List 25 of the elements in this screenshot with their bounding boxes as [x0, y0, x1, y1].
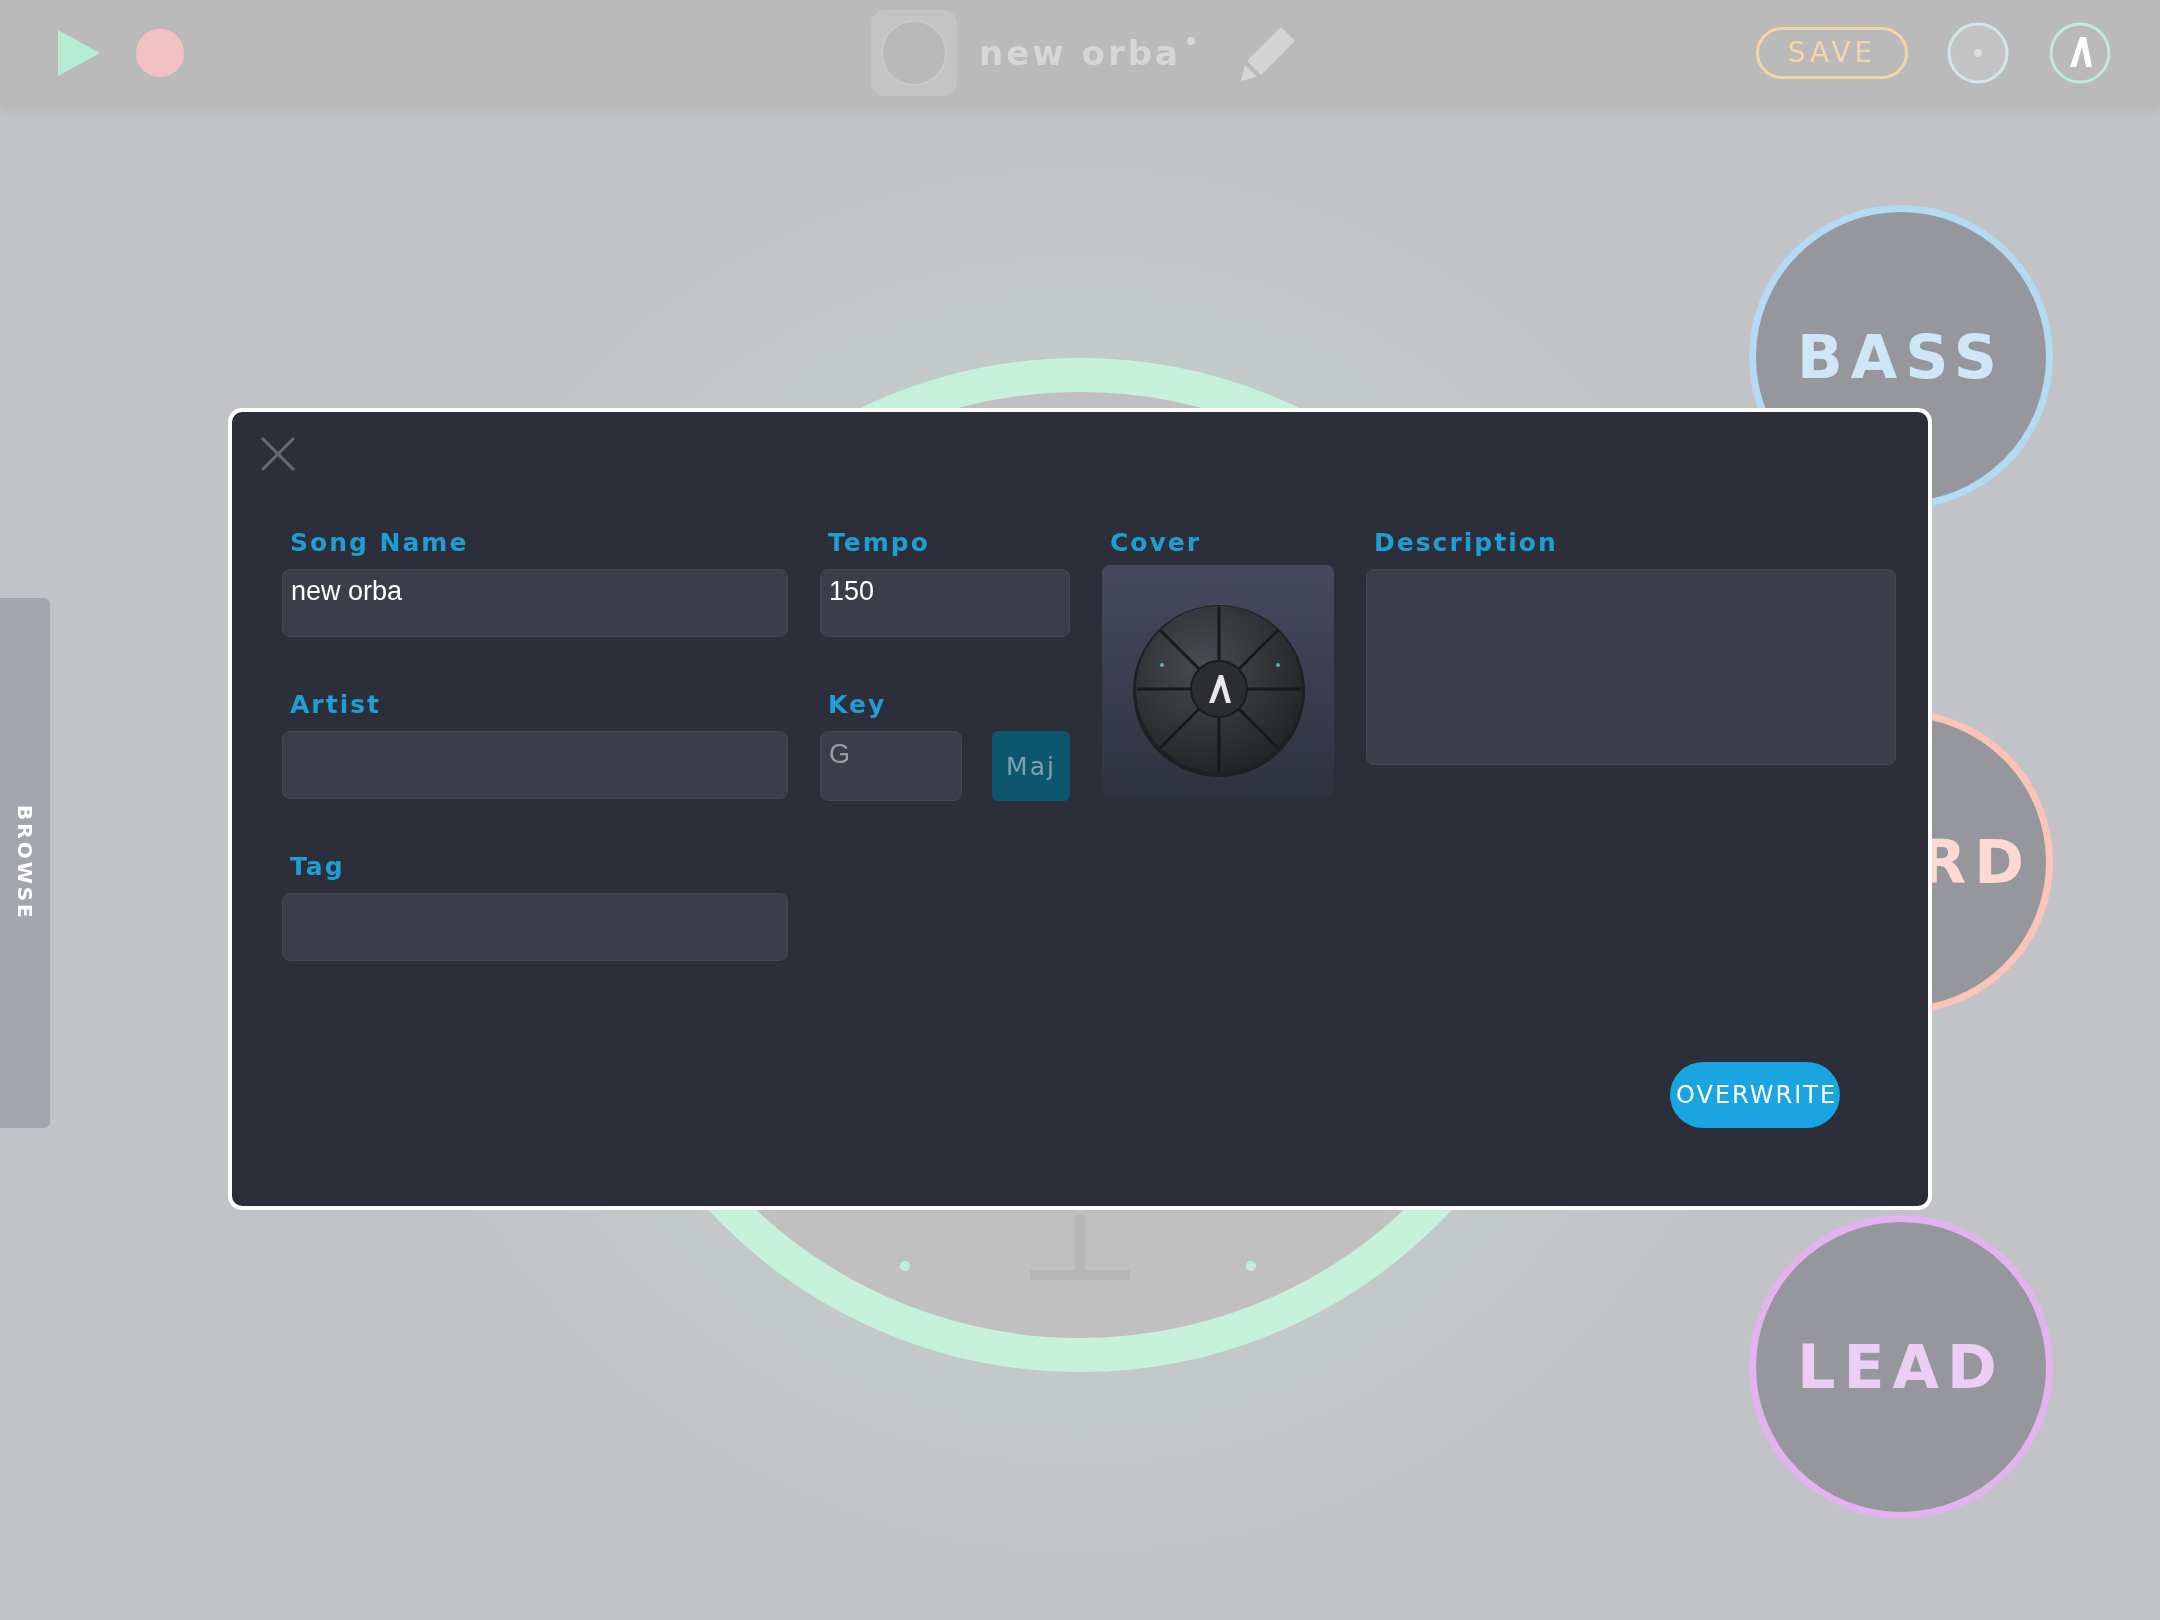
play-icon[interactable] — [56, 27, 102, 78]
field-label: Cover — [1110, 528, 1203, 557]
pencil-icon[interactable] — [1240, 24, 1297, 81]
tag-field[interactable] — [282, 893, 788, 961]
overwrite-button[interactable]: OVERWRITE — [1670, 1062, 1840, 1128]
browse-tab[interactable]: BROWSE — [0, 598, 50, 1128]
logo-icon[interactable] — [2048, 20, 2112, 85]
field-label: Song Name — [290, 528, 470, 557]
instrument-pad[interactable]: LEAD — [1749, 1215, 2053, 1519]
field-label: Tempo — [828, 528, 931, 557]
field-label: Key — [828, 690, 888, 719]
song-name-field[interactable]: new orba — [282, 569, 788, 637]
browse-label: BROWSE — [13, 805, 37, 921]
dial-icon[interactable] — [1946, 20, 2010, 85]
record-icon[interactable] — [136, 28, 184, 77]
field-label: Tag — [290, 852, 346, 881]
field-label: Description — [1374, 528, 1559, 557]
mode-button[interactable]: Maj — [992, 731, 1070, 801]
pad-label: BASS — [1797, 322, 2005, 392]
key-field[interactable]: G — [820, 731, 962, 801]
description-field[interactable] — [1366, 569, 1896, 765]
pad-label: LEAD — [1797, 1332, 2005, 1402]
field-label: Artist — [290, 690, 383, 719]
artist-field[interactable] — [282, 731, 788, 799]
tempo-field[interactable]: 150 — [820, 569, 1070, 637]
